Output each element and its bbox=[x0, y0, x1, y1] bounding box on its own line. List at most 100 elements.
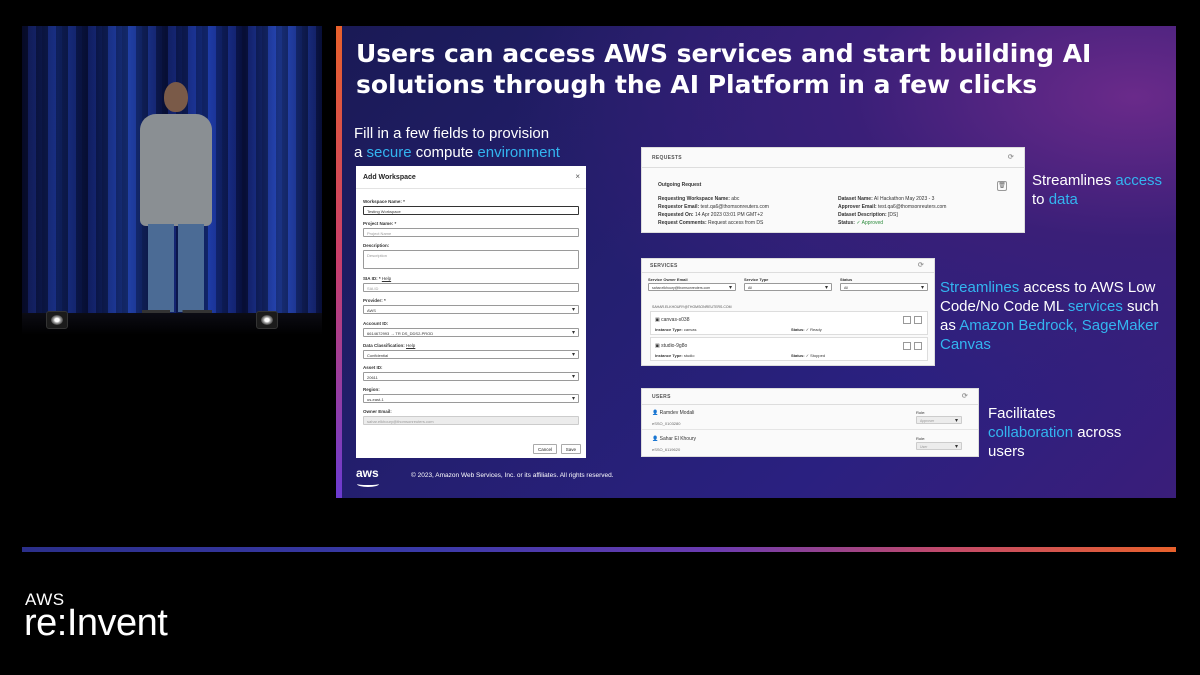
caption-highlight: data bbox=[1048, 191, 1078, 208]
service-type-select[interactable]: All bbox=[744, 283, 832, 291]
description-textarea[interactable]: Description bbox=[363, 250, 579, 269]
detail-row: Approver Email: test.qa6@thomsonreuters.… bbox=[838, 203, 988, 211]
status-label: Status: bbox=[791, 353, 805, 358]
owner-heading: SAHAR.ELKHOURY@THOMSONREUTERS.COM bbox=[652, 305, 732, 309]
refresh-icon[interactable]: ⟳ bbox=[962, 392, 968, 400]
field-label: Owner Email: bbox=[363, 409, 392, 414]
caption-requests: Streamlines access to data bbox=[1032, 171, 1176, 209]
data-classification-select[interactable]: Confidential bbox=[363, 350, 579, 359]
copyright-text: © 2023, Amazon Web Services, Inc. or its… bbox=[411, 472, 614, 479]
status-select[interactable]: All bbox=[840, 283, 928, 291]
user-name: Sahar El Khoury bbox=[659, 436, 697, 442]
user-row: 👤 Sahar El Khoury eSSO_6119620 Role: Use… bbox=[642, 431, 978, 456]
delete-icon[interactable] bbox=[914, 342, 922, 350]
services-panel: SERVICES ⟳ Service Owner Email sahar.elkh… bbox=[641, 258, 935, 366]
refresh-icon[interactable]: ⟳ bbox=[1008, 153, 1014, 161]
type-value: studio bbox=[683, 353, 695, 358]
caption-text: compute bbox=[411, 144, 478, 161]
edit-icon[interactable] bbox=[914, 316, 922, 324]
panel-header: REQUESTS ⟳ bbox=[642, 148, 1024, 168]
detail-key: Dataset Name: bbox=[838, 196, 873, 202]
aws-smile-icon bbox=[357, 481, 379, 487]
status-label: Status: bbox=[791, 327, 805, 332]
play-icon[interactable] bbox=[903, 342, 911, 350]
presentation-slide: Users can access AWS services and start … bbox=[336, 26, 1176, 498]
close-icon[interactable]: × bbox=[575, 172, 580, 181]
caption-text: to bbox=[1032, 191, 1049, 208]
field-label: Description: bbox=[363, 243, 390, 248]
field-label: Project Name: * bbox=[363, 221, 397, 226]
requests-panel: REQUESTS ⟳ Outgoing Request Requesting Wo… bbox=[641, 147, 1025, 233]
open-icon[interactable] bbox=[903, 316, 911, 324]
caption-highlight: environment bbox=[477, 144, 560, 161]
user-name: Ramdev Modali bbox=[659, 410, 695, 416]
service-card[interactable]: ▣ canvas-s038 Instance Type: canvas Stat… bbox=[650, 311, 928, 335]
section-title: Outgoing Request bbox=[658, 182, 702, 188]
project-name-input[interactable]: Project Name bbox=[363, 228, 579, 237]
caption-text: Fill in a few fields to provision bbox=[354, 125, 550, 142]
speaker-head bbox=[164, 82, 188, 112]
field-label: Workspace Name: * bbox=[363, 199, 405, 204]
service-name-row: ▣ canvas-s038 bbox=[655, 317, 690, 323]
owner-email-select[interactable]: sahar.elkhoury@thomsonreuters.com bbox=[648, 283, 736, 291]
field-label: Provider: * bbox=[363, 298, 386, 303]
users-panel: USERS ⟳ 👤 Ramdev Modali eSSO_0103280 Role… bbox=[641, 388, 979, 457]
service-status-row: Status: ✓ Stopped bbox=[791, 352, 825, 360]
service-card[interactable]: ▣ studio-9g8o Instance Type: studio Stat… bbox=[650, 337, 928, 361]
role-select: Approver bbox=[916, 416, 962, 424]
save-button[interactable]: Save bbox=[560, 444, 581, 454]
detail-key: Approver Email: bbox=[838, 204, 877, 210]
refresh-icon[interactable]: ⟳ bbox=[918, 261, 924, 269]
caption-highlight: Streamlines bbox=[940, 279, 1020, 296]
detail-value: test.qa6@thomsonreuters.com bbox=[700, 204, 769, 210]
detail-row: Request Comments: Request access from DS bbox=[658, 219, 828, 227]
caption-text: across bbox=[1073, 424, 1122, 441]
speaker-sweater bbox=[140, 114, 212, 226]
detail-value: AI Hackathon May 2023 - 3 bbox=[873, 196, 935, 202]
caption-highlight: Amazon Bedrock, SageMaker Canvas bbox=[940, 317, 1159, 353]
help-link[interactable]: Help bbox=[406, 343, 415, 348]
type-value: canvas bbox=[683, 327, 697, 332]
slide-title: Users can access AWS services and start … bbox=[356, 39, 1092, 99]
caption-users: Facilitates collaboration across users bbox=[988, 404, 1168, 461]
field-label-sia: SIA ID: * Help bbox=[363, 276, 391, 281]
speaker-jeans bbox=[148, 224, 204, 312]
caption-highlight: secure bbox=[366, 144, 412, 161]
caption-highlight: collaboration bbox=[988, 424, 1074, 441]
delete-icon[interactable]: 🗑 bbox=[997, 181, 1007, 191]
user-id: eSSO_0103280 bbox=[652, 421, 681, 426]
panel-title: REQUESTS bbox=[652, 155, 682, 161]
type-label: Instance Type: bbox=[655, 327, 683, 332]
speaker-video bbox=[22, 26, 322, 335]
field-label: Account ID: bbox=[363, 321, 389, 326]
panel-title: USERS bbox=[652, 394, 671, 400]
user-name-row: 👤 Ramdev Modali bbox=[652, 410, 695, 416]
status-approved: ✓ Approved bbox=[856, 220, 884, 226]
asset-id-select[interactable]: 20611 bbox=[363, 372, 579, 381]
role-select: User bbox=[916, 442, 962, 450]
caption-text: a bbox=[354, 144, 367, 161]
field-label: Data Classification: bbox=[363, 343, 405, 348]
field-label: Region: bbox=[363, 387, 380, 392]
service-name-row: ▣ studio-9g8o bbox=[655, 343, 688, 349]
help-link[interactable]: Help bbox=[382, 276, 391, 281]
detail-key: Requesting Workspace Name: bbox=[658, 196, 730, 202]
sia-id-input[interactable]: SIA ID bbox=[363, 283, 579, 292]
panel-header: SERVICES ⟳ bbox=[642, 259, 934, 273]
detail-value: 14 Apr 2023 03:01 PM GMT+2 bbox=[694, 212, 763, 218]
status-value: ✓ Ready bbox=[805, 327, 822, 332]
provider-select[interactable]: AWS bbox=[363, 305, 579, 314]
account-id-select[interactable]: 6614672993 → TR DS_DDS2-PROD bbox=[363, 328, 579, 337]
region-select[interactable]: us-east-1 bbox=[363, 394, 579, 403]
caption-services: Streamlines access to AWS Low Code/No Co… bbox=[940, 278, 1172, 354]
slide-accent-bar bbox=[336, 26, 342, 498]
cancel-button[interactable]: Cancel bbox=[532, 444, 557, 454]
detail-key: Requestor Email: bbox=[658, 204, 700, 210]
detail-value: [DS] bbox=[888, 212, 898, 218]
detail-row: Requested On: 14 Apr 2023 03:01 PM GMT+2 bbox=[658, 211, 828, 219]
workspace-name-input[interactable]: Testing Workspace bbox=[363, 206, 579, 215]
request-details-right: Dataset Name: AI Hackathon May 2023 - 3 … bbox=[838, 195, 988, 227]
caption-highlight: services bbox=[1067, 298, 1123, 315]
panel-title: SERVICES bbox=[650, 263, 678, 269]
service-type-row: Instance Type: canvas bbox=[655, 326, 697, 334]
